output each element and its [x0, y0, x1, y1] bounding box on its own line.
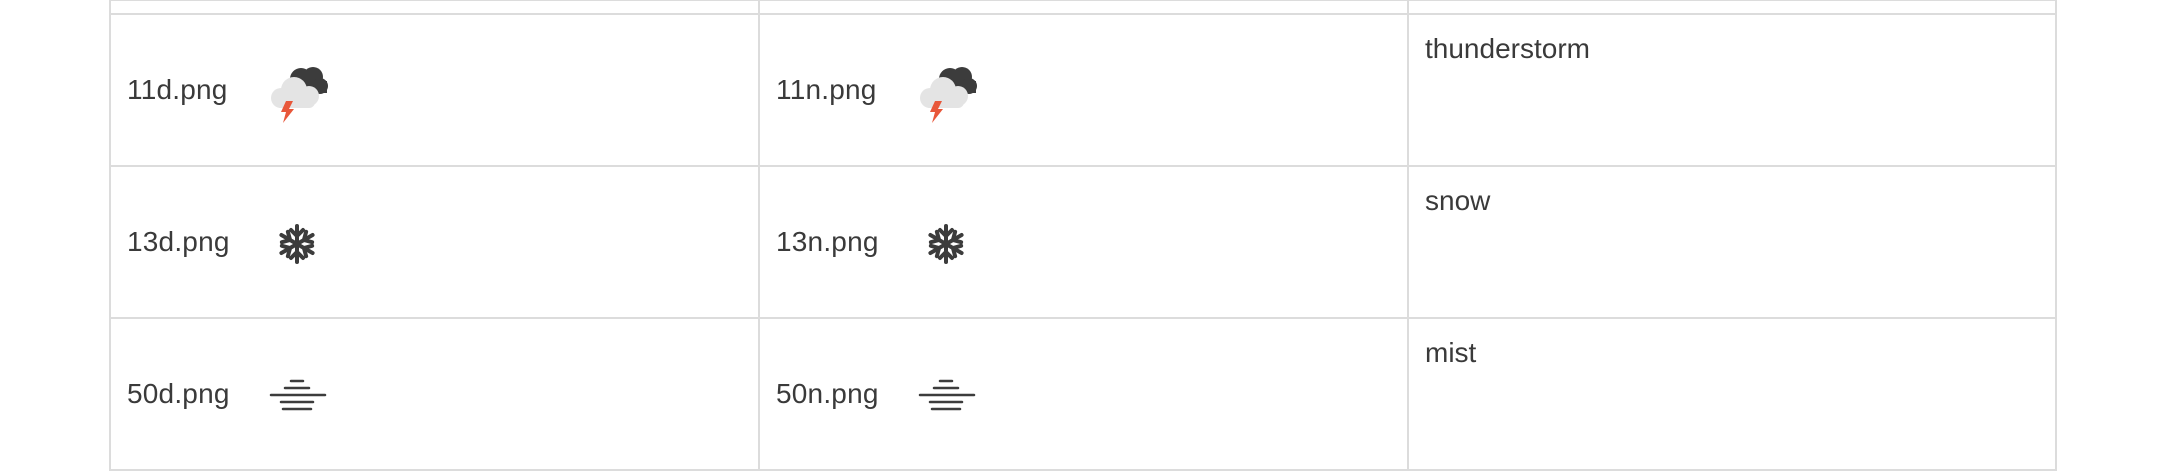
table-row: 50d.png 50n.png mist [109, 317, 2057, 471]
day-icon-cell: 50d.png [109, 317, 760, 471]
mist-icon [906, 359, 986, 429]
day-icon-cell: 13d.png [109, 165, 760, 319]
day-file-name: 50d.png [127, 378, 230, 409]
table-cell [109, 0, 760, 15]
night-icon-cell: 11n.png [758, 13, 1409, 167]
thunderstorm-icon [257, 55, 337, 125]
description-text: mist [1425, 337, 1477, 368]
night-file-name: 11n.png [776, 74, 877, 105]
snowflake-icon [257, 207, 337, 277]
thunderstorm-icon [906, 55, 986, 125]
night-file-name: 13n.png [776, 226, 879, 257]
description-cell: mist [1407, 317, 2057, 471]
table-row: 13d.png 13n.png snow [109, 165, 2057, 319]
description-cell: thunderstorm [1407, 13, 2057, 167]
table-cell [758, 0, 1409, 15]
day-file-name: 11d.png [127, 74, 228, 105]
night-file-name: 50n.png [776, 378, 879, 409]
table-row-partial [109, 0, 2057, 15]
table-cell [1407, 0, 2057, 15]
description-cell: snow [1407, 165, 2057, 319]
day-file-name: 13d.png [127, 226, 230, 257]
weather-icons-table: 11d.png 11n.png thunderstorm 13d.png 13n… [109, 0, 2057, 471]
night-icon-cell: 50n.png [758, 317, 1409, 471]
snowflake-icon [906, 207, 986, 277]
mist-icon [257, 359, 337, 429]
description-text: snow [1425, 185, 1491, 216]
description-text: thunderstorm [1425, 33, 1590, 64]
night-icon-cell: 13n.png [758, 165, 1409, 319]
day-icon-cell: 11d.png [109, 13, 760, 167]
table-row: 11d.png 11n.png thunderstorm [109, 13, 2057, 167]
